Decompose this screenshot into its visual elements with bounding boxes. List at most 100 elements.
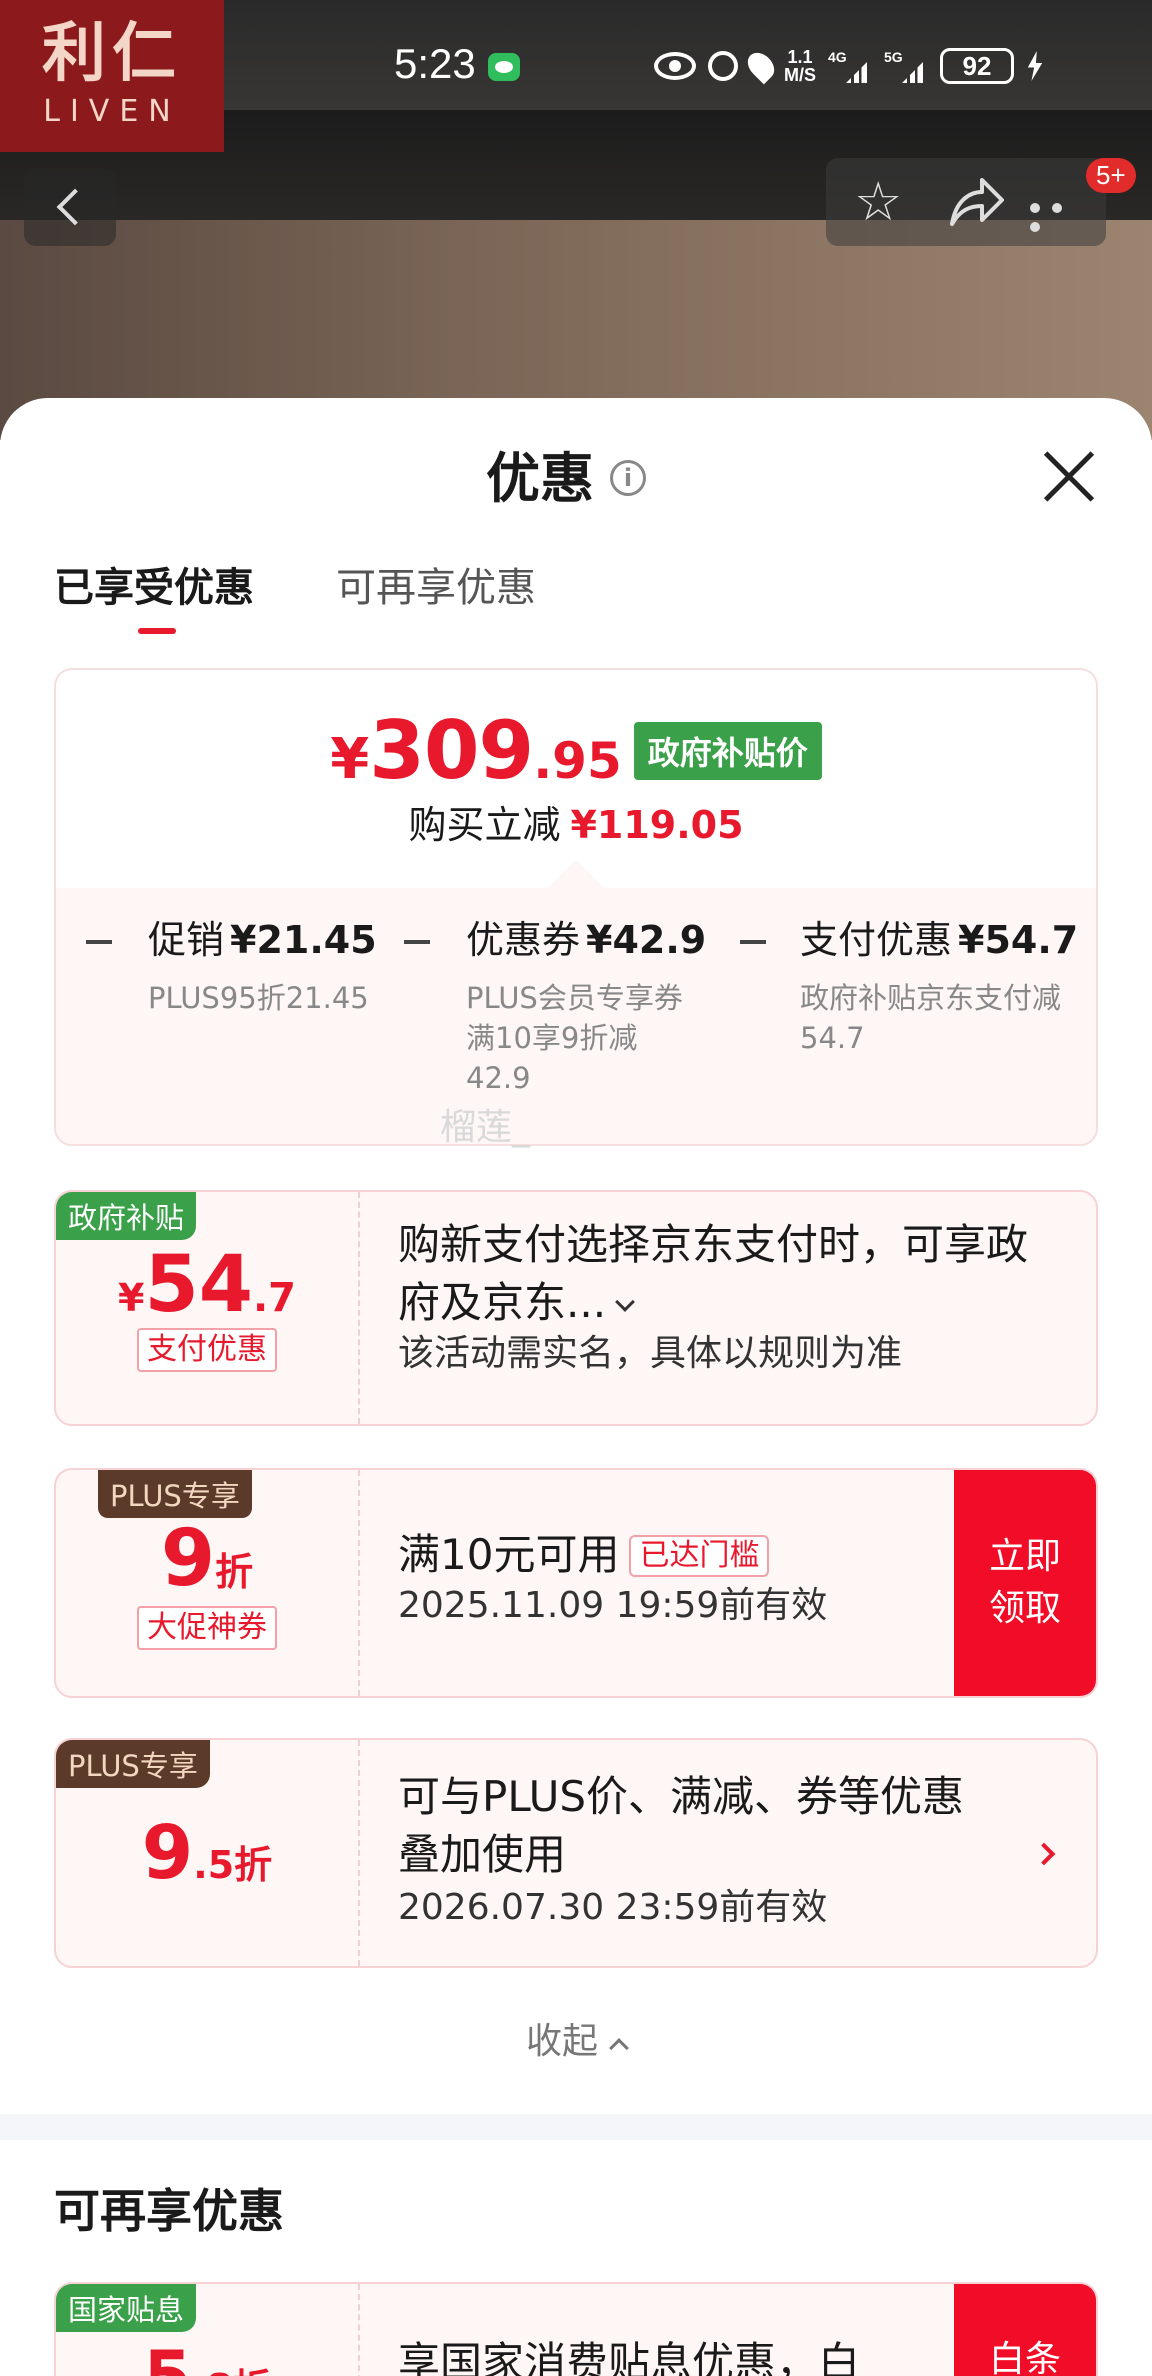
- claim-button-label: 立即领取: [988, 1536, 1061, 1629]
- section-more-available-title: 可再享优惠: [54, 2184, 284, 2238]
- status-time: 5:23: [394, 40, 476, 87]
- eye-icon: [654, 52, 696, 80]
- card-sub-label: 大促神券: [56, 1606, 358, 1650]
- card-main-text: 可与PLUS价、满减、券等优惠叠加使用: [398, 1772, 965, 1879]
- threshold-reached-tag: 已达门槛: [629, 1535, 770, 1577]
- minus-icon: [404, 940, 430, 944]
- card-main-text-value: 购新支付选择京东支付时，可享政府及京东...: [398, 1220, 1029, 1327]
- card-value-int: 9: [160, 1514, 216, 1604]
- detail-label: 优惠券: [466, 918, 581, 962]
- detail-coupon-sub: PLUS会员专享券满10享9折减42.9: [466, 981, 683, 1095]
- signal-5g-label: 5G: [884, 49, 903, 65]
- price-currency: ¥: [330, 727, 370, 792]
- collapse-label: 收起: [525, 2021, 598, 2062]
- card-value-dec: .7: [252, 1275, 297, 1321]
- coupon-card-gov-subsidy[interactable]: 政府补贴 ¥54.7 支付优惠 购新支付选择京东支付时，可享政府及京东... 该…: [54, 1190, 1098, 1426]
- detail-amount: ¥42.9: [586, 918, 707, 962]
- detail-payment-title: 支付优惠 ¥54.7: [800, 910, 1080, 970]
- coupon-card-plus-95[interactable]: PLUS专享 9.5折 可与PLUS价、满减、券等优惠叠加使用 2026.07.…: [54, 1738, 1098, 1968]
- signal-bars: [846, 57, 873, 83]
- watermark: 榴莲_: [440, 1107, 531, 1148]
- card-validity: 2025.11.09 19:59前有效: [398, 1585, 828, 1626]
- detail-label: 促销: [148, 918, 225, 962]
- detail-label: 支付优惠: [800, 918, 953, 962]
- share-icon[interactable]: [948, 176, 1004, 228]
- card-value: 5.8折: [56, 2336, 358, 2376]
- card-value-int: 54: [144, 1240, 253, 1330]
- card-tag: PLUS专享: [56, 1740, 210, 1788]
- card-value-suffix: .5折: [193, 1843, 273, 1887]
- tab-more-available[interactable]: 可再享优惠: [336, 558, 536, 638]
- reduction-amount: ¥119.05: [570, 803, 744, 847]
- final-price: ¥309.95 政府补贴价: [56, 704, 1096, 797]
- battery-icon: 92: [940, 48, 1015, 84]
- detail-promotion-title: 促销 ¥21.45: [148, 910, 388, 970]
- tab-enjoyed[interactable]: 已享受优惠: [54, 558, 254, 638]
- total-reduction: 购买立减 ¥119.05: [56, 794, 1096, 849]
- chevron-up-icon: [609, 2038, 629, 2058]
- info-icon[interactable]: i: [610, 460, 646, 497]
- card-value-currency: ¥: [117, 1276, 145, 1320]
- card-main-text: 满10元可用 已达门槛: [398, 1526, 770, 1584]
- detail-coupon-title: 优惠券 ¥42.9: [466, 910, 706, 970]
- detail-promotion-body: 促销 ¥21.45 PLUS95折21.45: [148, 910, 388, 1018]
- claim-button[interactable]: 立即领取: [954, 1470, 1096, 1696]
- card-validity: 2026.07.30 23:59前有效: [398, 1887, 828, 1928]
- collapse-toggle[interactable]: 收起: [0, 2012, 1152, 2064]
- detail-payment-sub: 政府补贴京东支付减54.7: [800, 981, 1062, 1055]
- card-tag: 政府补贴: [56, 1192, 197, 1240]
- sheet-title-text: 优惠: [486, 447, 594, 510]
- chevron-down-icon[interactable]: [615, 1292, 635, 1312]
- signal-bars: [902, 57, 929, 83]
- sheet-title: 优惠 i: [0, 444, 1152, 514]
- detail-coupon-body: 优惠券 ¥42.9 PLUS会员专享券满10享9折减42.9: [466, 910, 706, 1098]
- card-divider: [358, 2284, 360, 2376]
- more-icon[interactable]: [1030, 198, 1088, 232]
- coupon-card-national-interest[interactable]: 国家贴息 5.8折 享国家消费贴息优惠，白 白条: [54, 2282, 1098, 2376]
- tab-bar: 已享受优惠 可再享优惠: [54, 558, 536, 638]
- card-value-suffix: .8折: [192, 2366, 271, 2376]
- minus-icon: [740, 940, 766, 944]
- card-main-text-value: 满10元可用: [398, 1530, 620, 1579]
- close-icon[interactable]: [1040, 448, 1096, 504]
- card-main-text: 购新支付选择京东支付时，可享政府及京东...: [398, 1216, 1058, 1332]
- baitiao-button[interactable]: 白条: [954, 2284, 1096, 2376]
- chevron-right-icon[interactable]: [1032, 1842, 1056, 1866]
- favorite-star-icon[interactable]: ☆: [854, 174, 910, 230]
- location-icon: [742, 47, 780, 85]
- detail-payment-body: 支付优惠 ¥54.7 政府补贴京东支付减54.7: [800, 910, 1080, 1058]
- network-speed: 1.1 M/S: [784, 48, 816, 84]
- price-decimal: .95: [533, 732, 622, 790]
- card-divider: [358, 1470, 360, 1696]
- wechat-icon: [488, 53, 520, 81]
- detail-promotion-sub: PLUS95折21.45: [148, 981, 369, 1015]
- card-tag: 国家贴息: [56, 2284, 197, 2332]
- reduction-label: 购买立减: [408, 803, 561, 847]
- message-badge: 5+: [1086, 158, 1136, 193]
- card-sub-label-text: 支付优惠: [137, 1328, 277, 1372]
- card-value: 9.5折: [56, 1810, 358, 1896]
- discount-sheet: 优惠 i 已享受优惠 可再享优惠 ¥309.95 政府补贴价 购买立减 ¥119.05…: [0, 398, 1152, 2376]
- detail-amount: ¥54.7: [958, 918, 1079, 962]
- baitiao-button-label: 白条: [988, 2339, 1061, 2376]
- alarm-off-icon: [708, 51, 738, 81]
- signal-4g-icon: 4G: [828, 49, 873, 83]
- nav-actions: ☆: [826, 158, 1106, 246]
- signal-4g-label: 4G: [828, 49, 847, 65]
- card-sub-label-text: 大促神券: [137, 1606, 277, 1650]
- card-value-int: 9: [141, 1810, 194, 1896]
- status-icons: 1.1 M/S 4G 5G 92: [654, 46, 1044, 86]
- status-bar: 5:23 1.1 M/S 4G 5G 92: [0, 0, 1152, 130]
- minus-icon: [86, 940, 112, 944]
- card-value-suffix: 折: [215, 1550, 254, 1594]
- section-separator: [0, 2114, 1152, 2140]
- card-sub-label: 支付优惠: [56, 1328, 358, 1372]
- card-value: 9折: [56, 1514, 358, 1604]
- price-integer: 309: [369, 704, 534, 797]
- detail-amount: ¥21.45: [230, 918, 377, 962]
- coupon-card-plus-9[interactable]: PLUS专享 9折 大促神券 满10元可用 已达门槛 2025.11.09 19:…: [54, 1468, 1098, 1698]
- network-speed-unit: M/S: [784, 65, 817, 85]
- back-button[interactable]: [24, 168, 116, 246]
- card-sub-text: 该活动需实名，具体以规则为准: [398, 1333, 903, 1374]
- network-speed-value: 1.1: [787, 47, 813, 67]
